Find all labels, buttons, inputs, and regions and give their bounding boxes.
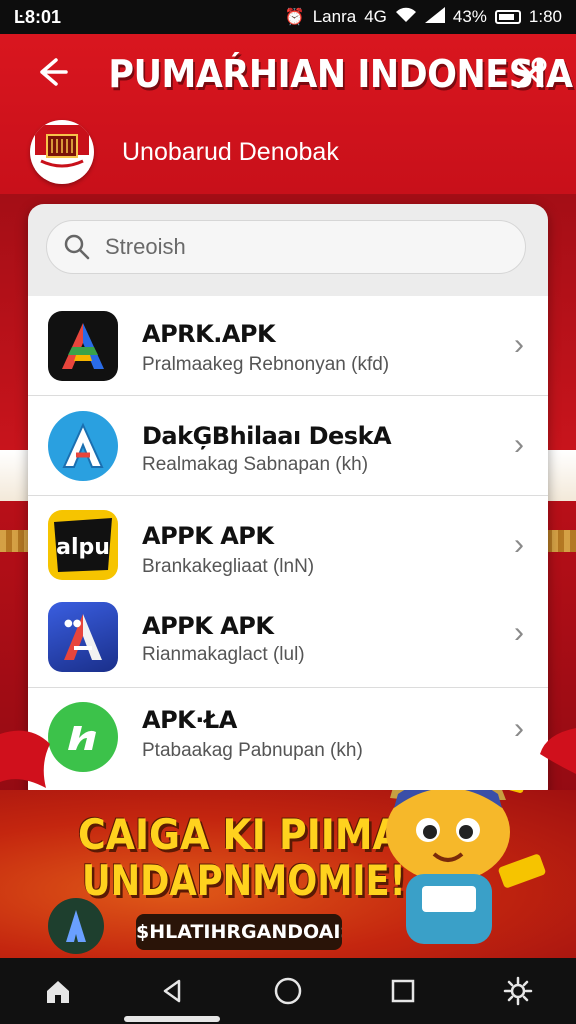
promo-badge-icon — [48, 898, 104, 954]
app-title: DakĢBhilaaı DeskA — [142, 422, 392, 450]
status-clock: 1:80 — [528, 7, 562, 26]
page-title: PUMAŔHIAN INDONESIA — [108, 52, 573, 96]
alarm-icon: ⏰ — [284, 9, 305, 26]
alpu-icon: alpu — [48, 510, 118, 580]
app-title: APK·ŁA — [142, 706, 237, 734]
app-subtitle: Ptabaakag Pabnupan (kh) — [142, 740, 363, 761]
app-subtitle: Realmakag Sabnapan (kh) — [142, 454, 369, 475]
chevron-right-icon: › — [514, 712, 524, 745]
promo-tag: $HLATIHRGANDOAIS — [136, 914, 342, 950]
app-subtitle: Rianmakaglact (lul) — [142, 644, 305, 665]
list-item[interactable]: ●● APPK APK Rianmakaglact (lul) › — [28, 592, 548, 688]
search-icon — [64, 234, 90, 260]
back-arrow-icon[interactable] — [30, 54, 74, 98]
chevron-right-icon: › — [514, 616, 524, 649]
chevron-right-icon: › — [514, 428, 524, 461]
mascot-illustration — [386, 790, 546, 944]
app-subtitle: Brankakegliaat (lnN) — [142, 556, 315, 577]
app-title: APPK APK — [142, 522, 274, 550]
app-list-card: APRK.APK Pralmaakeg Rebnonyan (kfd) › Da… — [28, 204, 548, 804]
header-subtitle: Unobarud Denobak — [122, 138, 339, 166]
list-item[interactable]: alpu APPK APK Brankakegliaat (lnN) › — [28, 496, 548, 592]
apk-gradient-a-icon: ●● — [48, 602, 118, 672]
home-indicator[interactable] — [124, 1016, 220, 1022]
svg-text:●●: ●● — [64, 618, 82, 629]
status-bar: Ŀ8:01 ⏰ Lanra 4G 43% 1:80 — [0, 0, 576, 34]
wifi-icon — [395, 7, 417, 28]
app-title: APRK.APK — [142, 320, 276, 348]
apk-blue-a-icon — [48, 411, 118, 481]
circle-home-icon[interactable] — [260, 963, 316, 1019]
list-item[interactable]: APK·ŁA Ptabaakag Pabnupan (kh) › — [28, 688, 548, 798]
chevron-right-icon: › — [514, 328, 524, 361]
list-item[interactable]: APRK.APK Pralmaakeg Rebnonyan (kfd) › — [28, 296, 548, 396]
chevron-right-icon: › — [514, 528, 524, 561]
network-label: 4G — [364, 7, 387, 26]
carrier-label: Lanra — [312, 7, 357, 26]
battery-icon — [494, 10, 521, 24]
apk-a-icon — [48, 311, 118, 381]
status-time: Ŀ8:01 — [14, 6, 62, 27]
search-box[interactable] — [46, 220, 526, 274]
signal-icon — [424, 6, 445, 28]
svg-text:alpu: alpu — [56, 535, 110, 560]
system-nav-bar — [0, 958, 576, 1024]
brand-logo — [30, 120, 94, 184]
recents-square-icon[interactable] — [375, 963, 431, 1019]
promo-banner[interactable]: CAIGA KI PIIMA UNDAPNMOMIE! $HLATIHRGAND… — [0, 790, 576, 958]
app-title: APPK APK — [142, 612, 274, 640]
tools-icon[interactable] — [510, 54, 554, 98]
settings-gear-icon[interactable] — [490, 963, 546, 1019]
app-subtitle: Pralmaakeg Rebnonyan (kfd) — [142, 354, 390, 375]
list-item[interactable]: DakĢBhilaaı DeskA Realmakag Sabnapan (kh… — [28, 396, 548, 496]
search-input[interactable] — [105, 234, 485, 260]
home-icon[interactable] — [30, 963, 86, 1019]
status-right: ⏰ Lanra 4G 43% 1:80 — [284, 6, 562, 28]
back-triangle-icon[interactable] — [145, 963, 201, 1019]
ribbon-right — [540, 728, 576, 774]
app-header: PUMAŔHIAN INDONESIA Unobarud Denobak — [0, 34, 576, 194]
ribbon-left — [0, 730, 50, 788]
battery-percent: 43% — [452, 7, 487, 26]
